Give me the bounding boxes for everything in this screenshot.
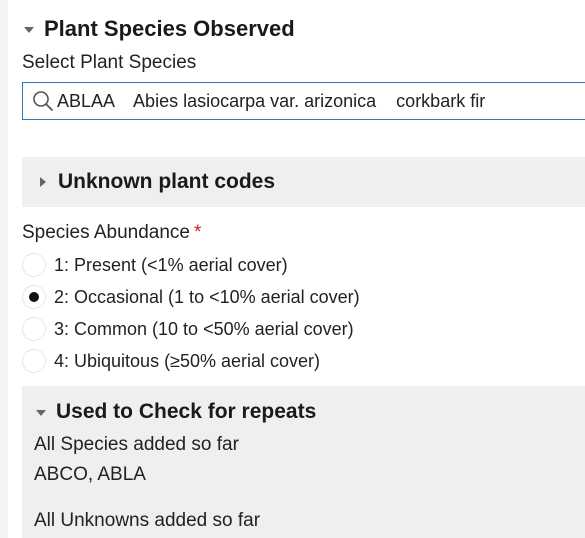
search-icon (33, 91, 53, 111)
species-search-box[interactable] (22, 82, 585, 120)
chevron-right-icon (40, 177, 46, 187)
radio-button[interactable] (22, 253, 46, 277)
radio-label: 1: Present (<1% aerial cover) (54, 254, 288, 275)
abundance-label-text: Species Abundance (22, 222, 190, 243)
chevron-down-icon (36, 410, 46, 416)
radio-button[interactable] (22, 317, 46, 341)
abundance-label: Species Abundance * (22, 222, 201, 244)
chevron-down-icon (24, 27, 34, 33)
radio-button-selected[interactable] (22, 285, 46, 309)
plant-species-section-header[interactable]: Plant Species Observed (24, 14, 295, 44)
radio-label: 3: Common (10 to <50% aerial cover) (54, 318, 354, 339)
unknown-codes-header[interactable]: Unknown plant codes (40, 157, 275, 207)
species-added-label: All Species added so far (34, 434, 239, 455)
radio-label: 2: Occasional (1 to <10% aerial cover) (54, 286, 360, 307)
species-added-value: ABCO, ABLA (34, 464, 146, 485)
abundance-option-1[interactable]: 1: Present (<1% aerial cover) (22, 251, 288, 279)
section-title: Used to Check for repeats (56, 400, 317, 423)
species-search-input[interactable] (55, 84, 585, 118)
required-asterisk: * (193, 222, 202, 243)
abundance-option-4[interactable]: 4: Ubiquitous (≥50% aerial cover) (22, 347, 320, 375)
unknowns-added-label: All Unknowns added so far (34, 510, 261, 531)
select-species-label: Select Plant Species (22, 52, 197, 73)
abundance-option-3[interactable]: 3: Common (10 to <50% aerial cover) (22, 315, 354, 343)
section-title: Plant Species Observed (44, 16, 295, 41)
radio-selected-dot (29, 292, 39, 302)
abundance-option-2[interactable]: 2: Occasional (1 to <10% aerial cover) (22, 283, 360, 311)
radio-label: 4: Ubiquitous (≥50% aerial cover) (54, 350, 321, 371)
repeats-section-header[interactable]: Used to Check for repeats (36, 397, 316, 427)
section-title: Unknown plant codes (58, 170, 276, 193)
radio-button[interactable] (22, 349, 46, 373)
